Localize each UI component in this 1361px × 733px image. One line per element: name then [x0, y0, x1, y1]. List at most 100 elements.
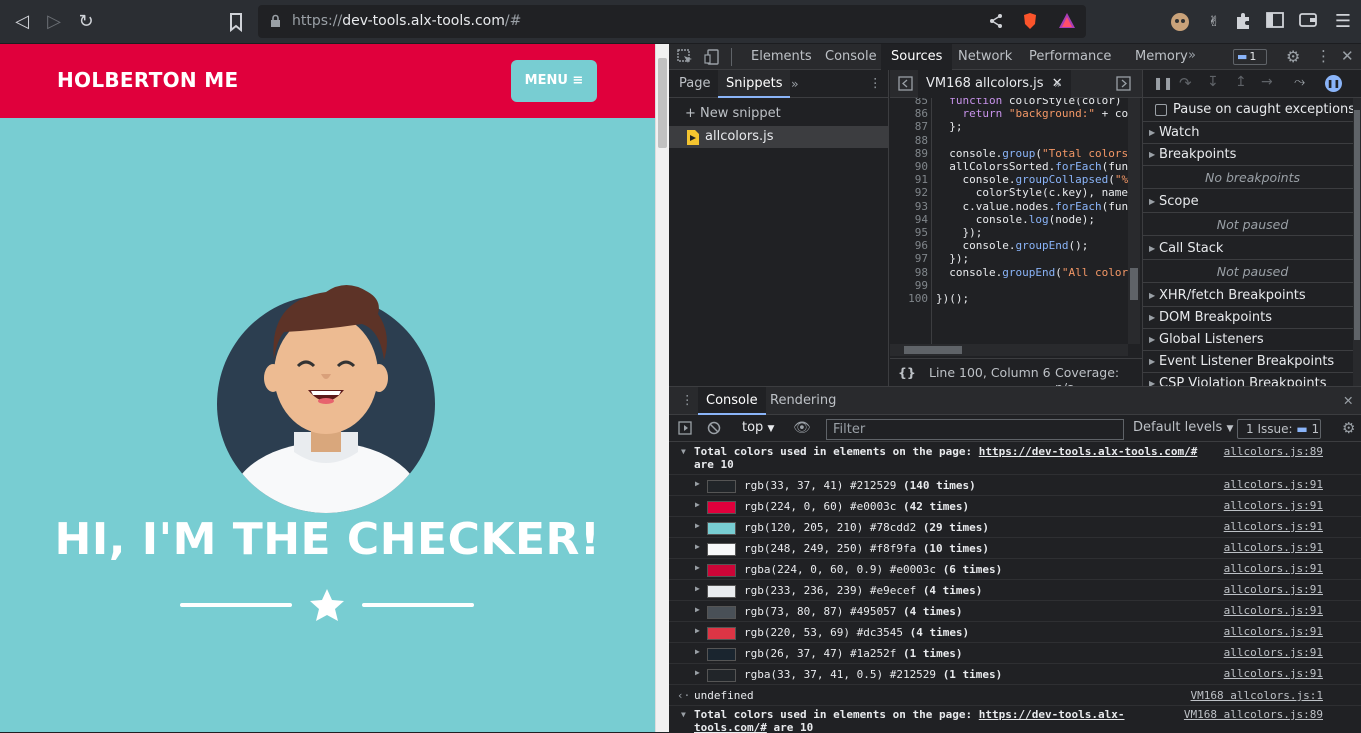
show-sidebar-icon[interactable] — [678, 421, 692, 435]
context-selector[interactable]: top ▼ — [742, 420, 774, 435]
collapsed-triangle-icon[interactable]: ▶ — [695, 479, 700, 488]
extension-icon[interactable]: ✌ — [1204, 12, 1224, 32]
color-log-row[interactable]: ▶ rgb(233, 236, 239) #e9ecef (4 times) all… — [669, 580, 1361, 601]
code-line[interactable]: 89 console.group("Total colors — [890, 147, 1142, 160]
source-link[interactable]: allcolors.js:91 — [1224, 646, 1323, 659]
page-scrollbar[interactable] — [655, 44, 669, 732]
code-line[interactable]: 92 colorStyle(c.key), name — [890, 186, 1142, 199]
source-link-2[interactable]: VM168 allcolors.js:89 — [1184, 708, 1323, 721]
collapsed-triangle-icon[interactable]: ▶ — [695, 584, 700, 593]
line-number[interactable]: 99 — [894, 279, 928, 292]
step-into-icon[interactable]: ↧ — [1207, 74, 1219, 90]
color-log-row[interactable]: ▶ rgb(33, 37, 41) #212529 (140 times) allc… — [669, 475, 1361, 496]
console-group-header-2[interactable]: ▼ Total colors used in elements on the p… — [669, 706, 1361, 733]
line-number[interactable]: 93 — [894, 200, 928, 213]
line-number[interactable]: 100 — [894, 292, 928, 305]
line-number[interactable]: 98 — [894, 266, 928, 279]
line-number[interactable]: 92 — [894, 186, 928, 199]
code-line[interactable]: 88 — [890, 134, 1142, 147]
collapsed-triangle-icon[interactable]: ▶ — [1149, 307, 1155, 329]
source-link[interactable]: allcolors.js:91 — [1224, 562, 1323, 575]
debugger-section-header[interactable]: ▶ Watch — [1143, 122, 1361, 144]
code-line[interactable]: 86 return "background:" + co — [890, 107, 1142, 120]
site-brand[interactable]: HOLBERTON ME — [57, 68, 238, 92]
wallet-icon[interactable] — [1299, 12, 1319, 32]
more-options-icon[interactable]: ⋮ — [1316, 47, 1331, 65]
source-link[interactable]: allcolors.js:91 — [1224, 625, 1323, 638]
pause-caught-checkbox[interactable] — [1155, 104, 1167, 116]
back-icon[interactable]: ◁ — [10, 10, 34, 34]
line-number[interactable]: 96 — [894, 239, 928, 252]
toggle-navigator-icon[interactable] — [898, 76, 913, 91]
color-log-row[interactable]: ▶ rgb(73, 80, 87) #495057 (4 times) allcol… — [669, 601, 1361, 622]
debugger-section-header[interactable]: ▶ Breakpoints — [1143, 144, 1361, 166]
reload-icon[interactable]: ↻ — [74, 10, 98, 34]
color-log-row[interactable]: ▶ rgb(248, 249, 250) #f8f9fa (10 times) al… — [669, 538, 1361, 559]
debugger-section-header[interactable]: ▶ CSP Violation Breakpoints — [1143, 373, 1361, 386]
source-link[interactable]: allcolors.js:91 — [1224, 667, 1323, 680]
collapsed-triangle-icon[interactable]: ▶ — [695, 668, 700, 677]
console-filter-input[interactable]: Filter — [826, 419, 1124, 440]
source-link[interactable]: allcolors.js:91 — [1224, 499, 1323, 512]
editor-vertical-scrollbar[interactable] — [1128, 98, 1140, 344]
debugger-section-header[interactable]: ▶ Call Stack — [1143, 238, 1361, 260]
code-lines[interactable]: 85 function colorStyle(color) {86 return… — [890, 98, 1142, 344]
tab-memory[interactable]: Memory — [1125, 44, 1198, 70]
tab-elements[interactable]: Elements — [741, 44, 822, 70]
code-line[interactable]: 93 c.value.nodes.forEach(fun — [890, 200, 1142, 213]
return-source-link[interactable]: VM168 allcolors.js:1 — [1191, 689, 1323, 702]
collapsed-triangle-icon[interactable]: ▶ — [1149, 373, 1155, 386]
step-over-icon[interactable]: ↷ — [1179, 74, 1192, 92]
line-number[interactable]: 94 — [894, 213, 928, 226]
code-line[interactable]: 91 console.groupCollapsed("% — [890, 173, 1142, 186]
collapsed-triangle-icon[interactable]: ▶ — [695, 563, 700, 572]
more-navigator-tabs-icon[interactable]: » — [791, 76, 799, 91]
close-drawer-icon[interactable]: ✕ — [1343, 393, 1353, 408]
debugger-section-header[interactable]: ▶ XHR/fetch Breakpoints — [1143, 285, 1361, 307]
toggle-debugger-icon[interactable] — [1116, 76, 1131, 91]
settings-gear-icon[interactable]: ⚙ — [1286, 47, 1300, 66]
inspect-element-icon[interactable] — [677, 49, 693, 65]
collapsed-triangle-icon[interactable]: ▶ — [695, 500, 700, 509]
collapsed-triangle-icon[interactable]: ▶ — [1149, 144, 1155, 166]
code-line[interactable]: 87 }; — [890, 120, 1142, 133]
line-number[interactable]: 90 — [894, 160, 928, 173]
line-number[interactable]: 85 — [894, 98, 928, 107]
tab-sources[interactable]: Sources — [881, 44, 953, 70]
tab-console[interactable]: Console — [815, 44, 887, 70]
sidebar-icon[interactable] — [1266, 12, 1286, 32]
more-editor-tabs-icon[interactable]: » — [1054, 76, 1062, 91]
editor-hscroll-thumb[interactable] — [904, 346, 962, 354]
debugger-section-header[interactable]: ▶ Global Listeners — [1143, 329, 1361, 351]
pause-caught-row[interactable]: Pause on caught exceptions — [1143, 98, 1361, 122]
line-number[interactable]: 86 — [894, 107, 928, 120]
collapsed-triangle-icon[interactable]: ▶ — [1149, 285, 1155, 307]
collapsed-triangle-icon[interactable]: ▶ — [695, 521, 700, 530]
tab-snippets[interactable]: Snippets — [718, 70, 791, 98]
drawer-tab-console[interactable]: Console — [698, 387, 766, 415]
collapsed-triangle-icon[interactable]: ▶ — [695, 605, 700, 614]
code-line[interactable]: 97 }); — [890, 252, 1142, 265]
expanded-triangle-icon[interactable]: ▼ — [681, 447, 686, 456]
step-icon[interactable]: → — [1261, 74, 1273, 90]
pretty-print-button[interactable]: {} — [898, 365, 916, 380]
deactivate-breakpoints-icon[interactable]: ⤳ — [1294, 74, 1305, 90]
pause-on-exceptions-icon[interactable]: ❚❚ — [1325, 75, 1342, 92]
address-bar[interactable]: https://dev-tools.alx-tools.com/# — [258, 5, 1086, 38]
brave-rewards-icon[interactable] — [1058, 12, 1076, 30]
code-line[interactable]: 85 function colorStyle(color) { — [890, 98, 1142, 107]
line-number[interactable]: 95 — [894, 226, 928, 239]
snippet-file-item[interactable]: allcolors.js — [669, 126, 889, 148]
code-line[interactable]: 96 console.groupEnd(); — [890, 239, 1142, 252]
code-line[interactable]: 94 console.log(node); — [890, 213, 1142, 226]
group-message-link[interactable]: https://dev-tools.alx-tools.com/# — [979, 445, 1198, 458]
line-number[interactable]: 87 — [894, 120, 928, 133]
close-devtools-icon[interactable]: ✕ — [1341, 47, 1354, 65]
source-link[interactable]: allcolors.js:91 — [1224, 604, 1323, 617]
profile-avatar-icon[interactable] — [1170, 12, 1190, 32]
color-log-row[interactable]: ▶ rgba(33, 37, 41, 0.5) #212529 (1 times)… — [669, 664, 1361, 685]
color-log-row[interactable]: ▶ rgb(220, 53, 69) #dc3545 (4 times) allco… — [669, 622, 1361, 643]
source-link[interactable]: allcolors.js:91 — [1224, 520, 1323, 533]
device-toolbar-icon[interactable] — [704, 49, 720, 65]
brave-shield-icon[interactable] — [1022, 12, 1038, 30]
